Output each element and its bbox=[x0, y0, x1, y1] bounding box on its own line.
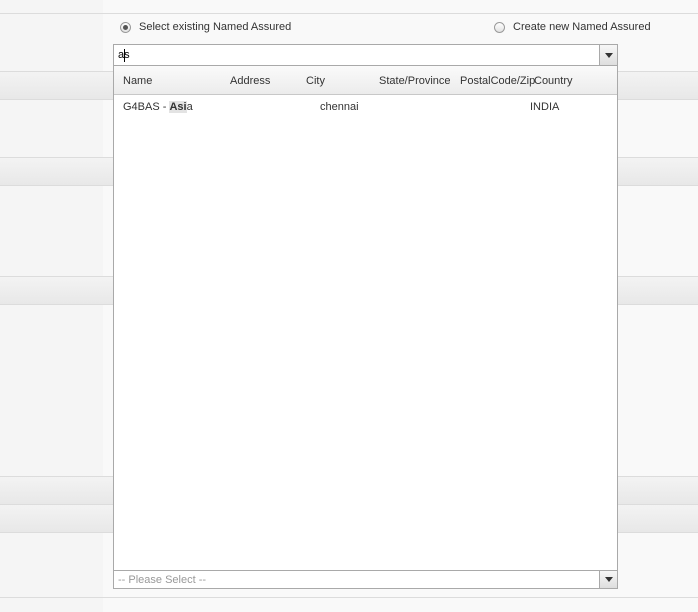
text-caret bbox=[124, 49, 125, 62]
top-divider bbox=[0, 13, 698, 14]
page: Select existing Named Assured Create new… bbox=[0, 0, 698, 612]
radio-option-existing[interactable]: Select existing Named Assured bbox=[120, 20, 291, 34]
result-name-suffix: a bbox=[186, 101, 193, 113]
radio-existing-label: Select existing Named Assured bbox=[139, 21, 292, 33]
column-header-city: City bbox=[306, 75, 325, 87]
named-assured-combobox[interactable] bbox=[113, 44, 618, 66]
radio-new-button[interactable] bbox=[494, 21, 505, 33]
named-assured-results-dropdown: Name Address City State/Province PostalC… bbox=[113, 66, 618, 571]
column-header-state: State/Province bbox=[379, 75, 451, 87]
results-header-row: Name Address City State/Province PostalC… bbox=[114, 66, 617, 95]
result-country: INDIA bbox=[530, 101, 560, 113]
radio-new-label: Create new Named Assured bbox=[513, 21, 651, 33]
result-name-prefix: G4BAS - bbox=[123, 101, 170, 113]
named-assured-search-input[interactable] bbox=[114, 45, 598, 65]
secondary-select-dropdown-button[interactable] bbox=[599, 571, 617, 588]
chevron-down-icon bbox=[604, 52, 613, 58]
secondary-select-placeholder: -- Please Select -- bbox=[118, 574, 207, 586]
column-header-country: Country bbox=[534, 75, 573, 87]
secondary-select[interactable]: -- Please Select -- bbox=[113, 570, 618, 589]
radio-option-new[interactable]: Create new Named Assured bbox=[494, 20, 651, 34]
column-header-name: Name bbox=[123, 75, 153, 87]
result-name: G4BAS - Asia bbox=[123, 101, 193, 113]
result-city: chennai bbox=[320, 101, 359, 113]
result-row[interactable]: G4BAS - Asia chennai INDIA bbox=[114, 95, 617, 117]
column-header-postal: PostalCode/Zip bbox=[460, 75, 536, 87]
combobox-dropdown-button[interactable] bbox=[599, 45, 617, 65]
bottom-divider bbox=[0, 597, 698, 598]
column-header-address: Address bbox=[230, 75, 271, 87]
radio-existing-button[interactable] bbox=[120, 21, 131, 33]
result-name-match-highlight: Asi bbox=[169, 101, 187, 113]
chevron-down-icon bbox=[604, 577, 613, 582]
